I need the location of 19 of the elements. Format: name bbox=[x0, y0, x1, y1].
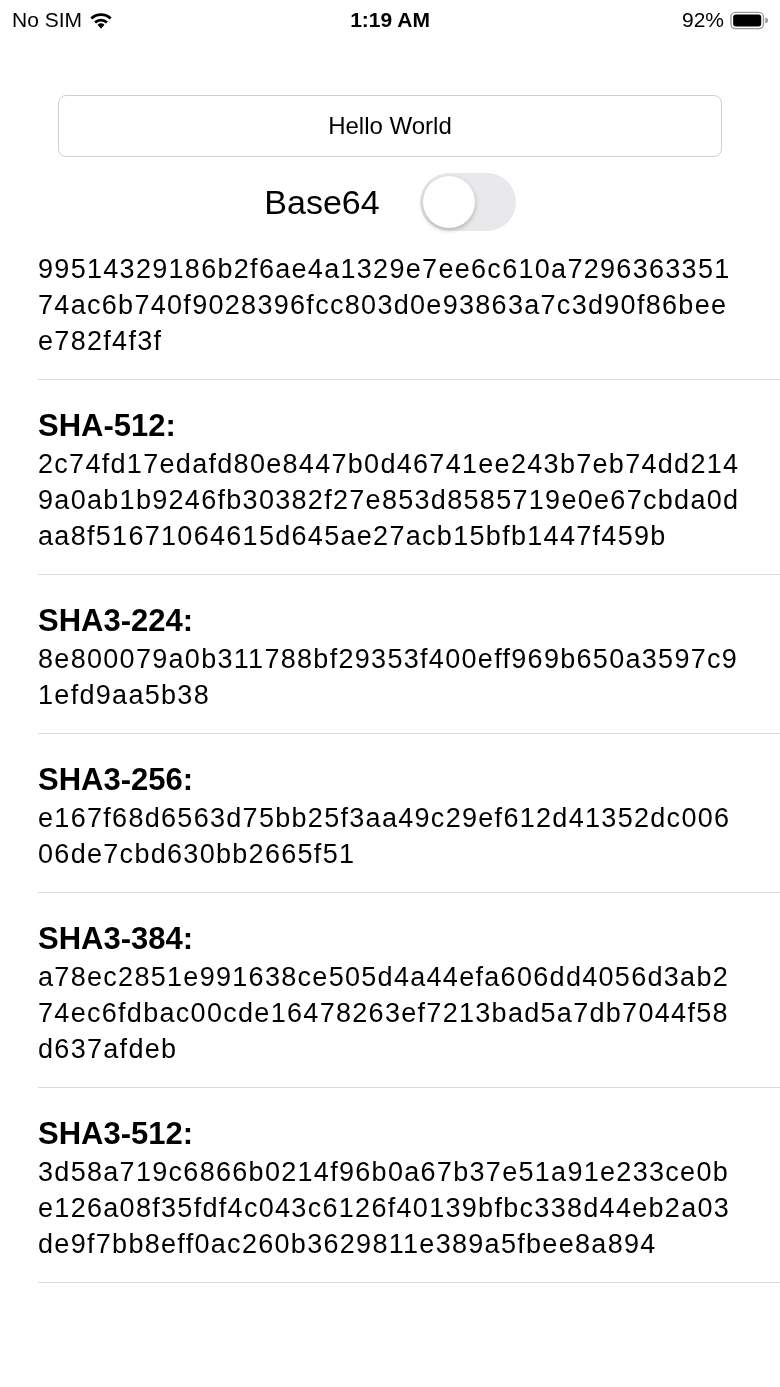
wifi-icon bbox=[88, 10, 114, 30]
base64-label: Base64 bbox=[264, 182, 380, 222]
text-input-field[interactable]: Hello World bbox=[58, 95, 722, 157]
hash-name: SHA3-224: bbox=[38, 602, 195, 640]
carrier-label: No SIM bbox=[12, 8, 82, 32]
hash-value: 99514329186b2f6ae4a1329e7ee6c610a729636335174ac6b740f9028396fcc803d0e93863a7c3d90f86beee782f4f3f bbox=[38, 253, 732, 358]
clock-time: 1:19 AM bbox=[350, 8, 430, 32]
battery-icon bbox=[730, 10, 768, 30]
hash-name: SHA3-512: bbox=[38, 1115, 195, 1153]
hash-value: 3d58a719c6866b0214f96b0a67b37e51a91e233ce0be126a08f35fdf4c043c6126f40139bfbc338d44eb2a03de9f7bb8eff0ac260b3629811e389a5fbee8a894 bbox=[38, 1156, 732, 1261]
hash-value: 2c74fd17edafd80e8447b0d46741ee243b7eb74dd2149a0ab1b9246fb30382f27e853d8585719e0e67cbda0daa8f51671064615d645ae27acb15bfb1447f459b bbox=[38, 448, 741, 553]
battery-percent: 92% bbox=[681, 8, 724, 32]
hash-value: e167f68d6563d75bb25f3aa49c29ef612d41352dc00606de7cbd630bb2665f51 bbox=[38, 802, 732, 871]
hash-value: 8e800079a0b311788bf29353f400eff969b650a3597c91efd9aa5b38 bbox=[38, 643, 740, 712]
hash-value: a78ec2851e991638ce505d4a44efa606dd4056d3ab274ec6fdbac00cde16478263ef7213bad5a7db7044f58d637afdeb bbox=[38, 961, 731, 1066]
hash-name: SHA3-384: bbox=[38, 920, 195, 958]
hash-name: SHA3-256: bbox=[38, 761, 195, 799]
hash-name: SHA-512: bbox=[38, 407, 177, 445]
base64-toggle[interactable] bbox=[419, 173, 516, 231]
